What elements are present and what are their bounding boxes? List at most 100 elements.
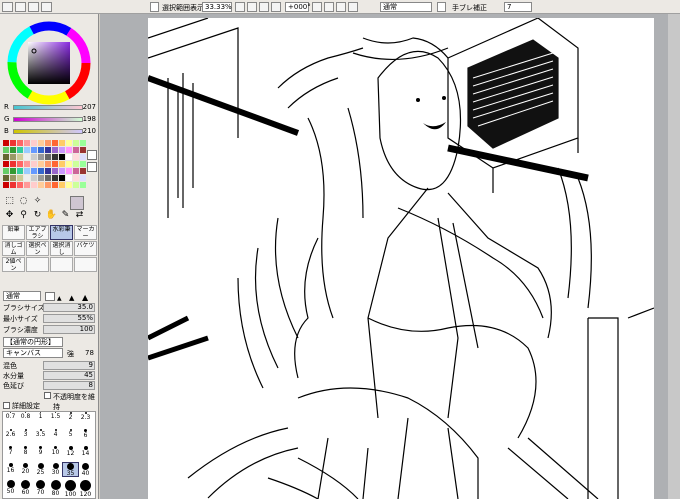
brush-tool-slot[interactable] [50, 257, 73, 272]
swap-colors-icon[interactable]: ⇄ [73, 209, 86, 222]
color-swatch[interactable] [66, 147, 72, 153]
color-swatch[interactable] [38, 182, 44, 188]
color-swatch[interactable] [10, 154, 16, 160]
vertical-scrollbar[interactable] [668, 14, 680, 499]
size-preset[interactable]: 25 [33, 463, 48, 476]
color-swatch[interactable] [24, 147, 30, 153]
color-swatch[interactable] [24, 175, 30, 181]
mix-param[interactable]: 混色 9 [3, 361, 95, 370]
brush-tool-slot[interactable] [26, 257, 49, 272]
color-swatch[interactable] [66, 161, 72, 167]
brush-tip-shapes[interactable]: ▲ ▲ ▲ [45, 292, 95, 302]
color-swatch[interactable] [45, 168, 51, 174]
color-swatch[interactable] [59, 154, 65, 160]
color-swatch[interactable] [17, 161, 23, 167]
color-swatch[interactable] [59, 147, 65, 153]
tip-shape-3-icon[interactable]: ▲ [82, 293, 88, 302]
canvas-area[interactable] [100, 14, 680, 499]
color-swatch[interactable] [10, 140, 16, 146]
size-preset[interactable]: 100 [63, 480, 78, 498]
size-preset[interactable]: 50 [3, 480, 18, 495]
size-preset[interactable]: 5 [63, 429, 78, 442]
color-swatch[interactable] [38, 140, 44, 146]
move-icon[interactable]: ✥ [3, 209, 16, 222]
color-swatch[interactable] [45, 161, 51, 167]
brush-tool-slot[interactable]: エアブラシ [26, 225, 49, 240]
color-swatch[interactable] [17, 147, 23, 153]
view-mode-1-button[interactable] [2, 2, 13, 12]
view-mode-3-button[interactable] [28, 2, 39, 12]
rotate-right-button[interactable] [324, 2, 334, 12]
scratch-swatch-2[interactable] [87, 162, 97, 172]
color-wheel[interactable] [6, 20, 92, 106]
zoom-fit-button[interactable] [271, 2, 281, 12]
size-preset[interactable]: 70 [33, 480, 48, 496]
color-swatch[interactable] [66, 140, 72, 146]
color-swatch[interactable] [24, 168, 30, 174]
color-swatch[interactable] [52, 154, 58, 160]
size-preset[interactable]: 2 [63, 412, 78, 425]
lasso-icon[interactable]: ◌ [17, 195, 30, 208]
color-swatch[interactable] [24, 140, 30, 146]
color-swatch[interactable] [31, 168, 37, 174]
tip-shape-2-icon[interactable]: ▲ [69, 294, 74, 302]
water-param[interactable]: 水分量 45 [3, 371, 95, 380]
color-swatch[interactable] [66, 182, 72, 188]
color-slider-r[interactable]: R 207 [4, 103, 96, 112]
color-swatch[interactable] [73, 147, 79, 153]
size-preset[interactable]: 0.7 [3, 412, 18, 425]
color-swatch[interactable] [3, 182, 9, 188]
color-swatch[interactable] [52, 168, 58, 174]
color-swatch[interactable] [17, 168, 23, 174]
rotate-reset-button[interactable] [336, 2, 346, 12]
color-swatch[interactable] [52, 161, 58, 167]
zoom-field[interactable]: 33.33% [202, 2, 232, 12]
stabilizer-select[interactable]: 7 [504, 2, 532, 12]
size-preset[interactable]: 40 [78, 463, 93, 477]
color-swatch[interactable] [31, 182, 37, 188]
magic-wand-icon[interactable]: ✧ [31, 195, 44, 208]
selection-rect-icon[interactable]: ⬚ [3, 195, 16, 208]
brush-tool-slot[interactable]: 選択ペン [26, 241, 49, 256]
color-swatch[interactable] [17, 154, 23, 160]
color-swatch[interactable] [10, 168, 16, 174]
color-swatch[interactable] [31, 147, 37, 153]
color-swatch[interactable] [31, 161, 37, 167]
size-preset[interactable]: 12 [63, 446, 78, 459]
color-swatch[interactable] [31, 175, 37, 181]
blend-mode-select[interactable]: 通常 [380, 2, 432, 12]
brush-tool-slot[interactable]: 鉛筆 [2, 225, 25, 240]
color-swatch[interactable] [45, 147, 51, 153]
color-swatch[interactable] [73, 182, 79, 188]
color-swatch[interactable] [59, 182, 65, 188]
rotate-left-button[interactable] [312, 2, 322, 12]
color-swatch[interactable] [17, 175, 23, 181]
color-swatch[interactable] [3, 147, 9, 153]
color-swatch[interactable] [80, 154, 86, 160]
keep-opacity-checkbox[interactable] [44, 392, 51, 399]
color-swatch[interactable] [80, 168, 86, 174]
color-swatch[interactable] [38, 147, 44, 153]
size-preset[interactable]: 9 [33, 446, 48, 459]
color-swatch[interactable] [80, 140, 86, 146]
color-swatch[interactable] [52, 175, 58, 181]
color-swatch[interactable] [24, 161, 30, 167]
brush-tool-slot[interactable]: 水彩筆 [50, 225, 73, 240]
flip-button[interactable] [348, 2, 358, 12]
color-swatch[interactable] [17, 140, 23, 146]
color-swatch[interactable] [66, 175, 72, 181]
size-preset[interactable]: 80 [48, 480, 63, 497]
size-preset[interactable]: 7 [3, 446, 18, 459]
color-swatch[interactable] [80, 175, 86, 181]
color-swatch[interactable] [52, 140, 58, 146]
zoom-out-button[interactable] [235, 2, 245, 12]
color-swatch[interactable] [3, 154, 9, 160]
color-swatch[interactable] [59, 161, 65, 167]
color-swatch[interactable] [45, 175, 51, 181]
color-swatch[interactable] [31, 140, 37, 146]
size-preset[interactable]: 3.5 [33, 429, 48, 442]
texture-select[interactable]: キャンバス [3, 348, 63, 358]
color-swatch[interactable] [80, 161, 86, 167]
color-swatch[interactable] [66, 168, 72, 174]
size-preset[interactable]: 6 [78, 429, 93, 442]
